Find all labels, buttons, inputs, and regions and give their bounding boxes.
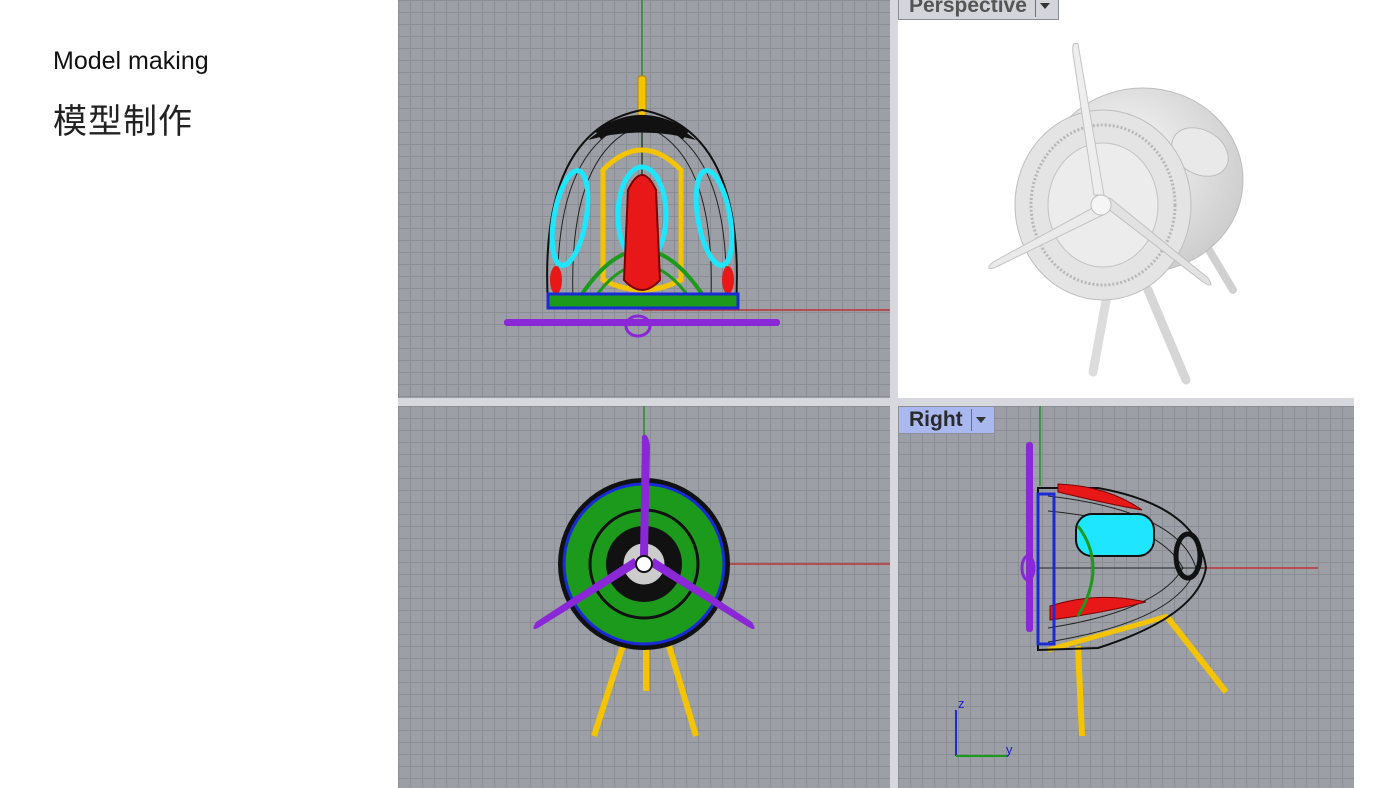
viewport-front[interactable] [398,0,890,398]
perspective-render [988,42,1244,385]
viewport-separator-horizontal [398,398,1354,406]
right-wireframe-drawing [955,406,1318,757]
viewport-top[interactable] [398,406,890,788]
axis-y-label: y [1006,742,1013,757]
heading-english: Model making [53,47,209,75]
viewport-separator-vertical [890,0,898,788]
axis-z-label: z [958,696,965,711]
front-wireframe-drawing [504,0,890,338]
heading-chinese: 模型制作 [53,102,193,142]
top-wireframe-drawing [533,406,890,737]
viewport-perspective[interactable]: Perspective [898,0,1354,398]
viewport-right[interactable]: Right z y [898,406,1354,788]
